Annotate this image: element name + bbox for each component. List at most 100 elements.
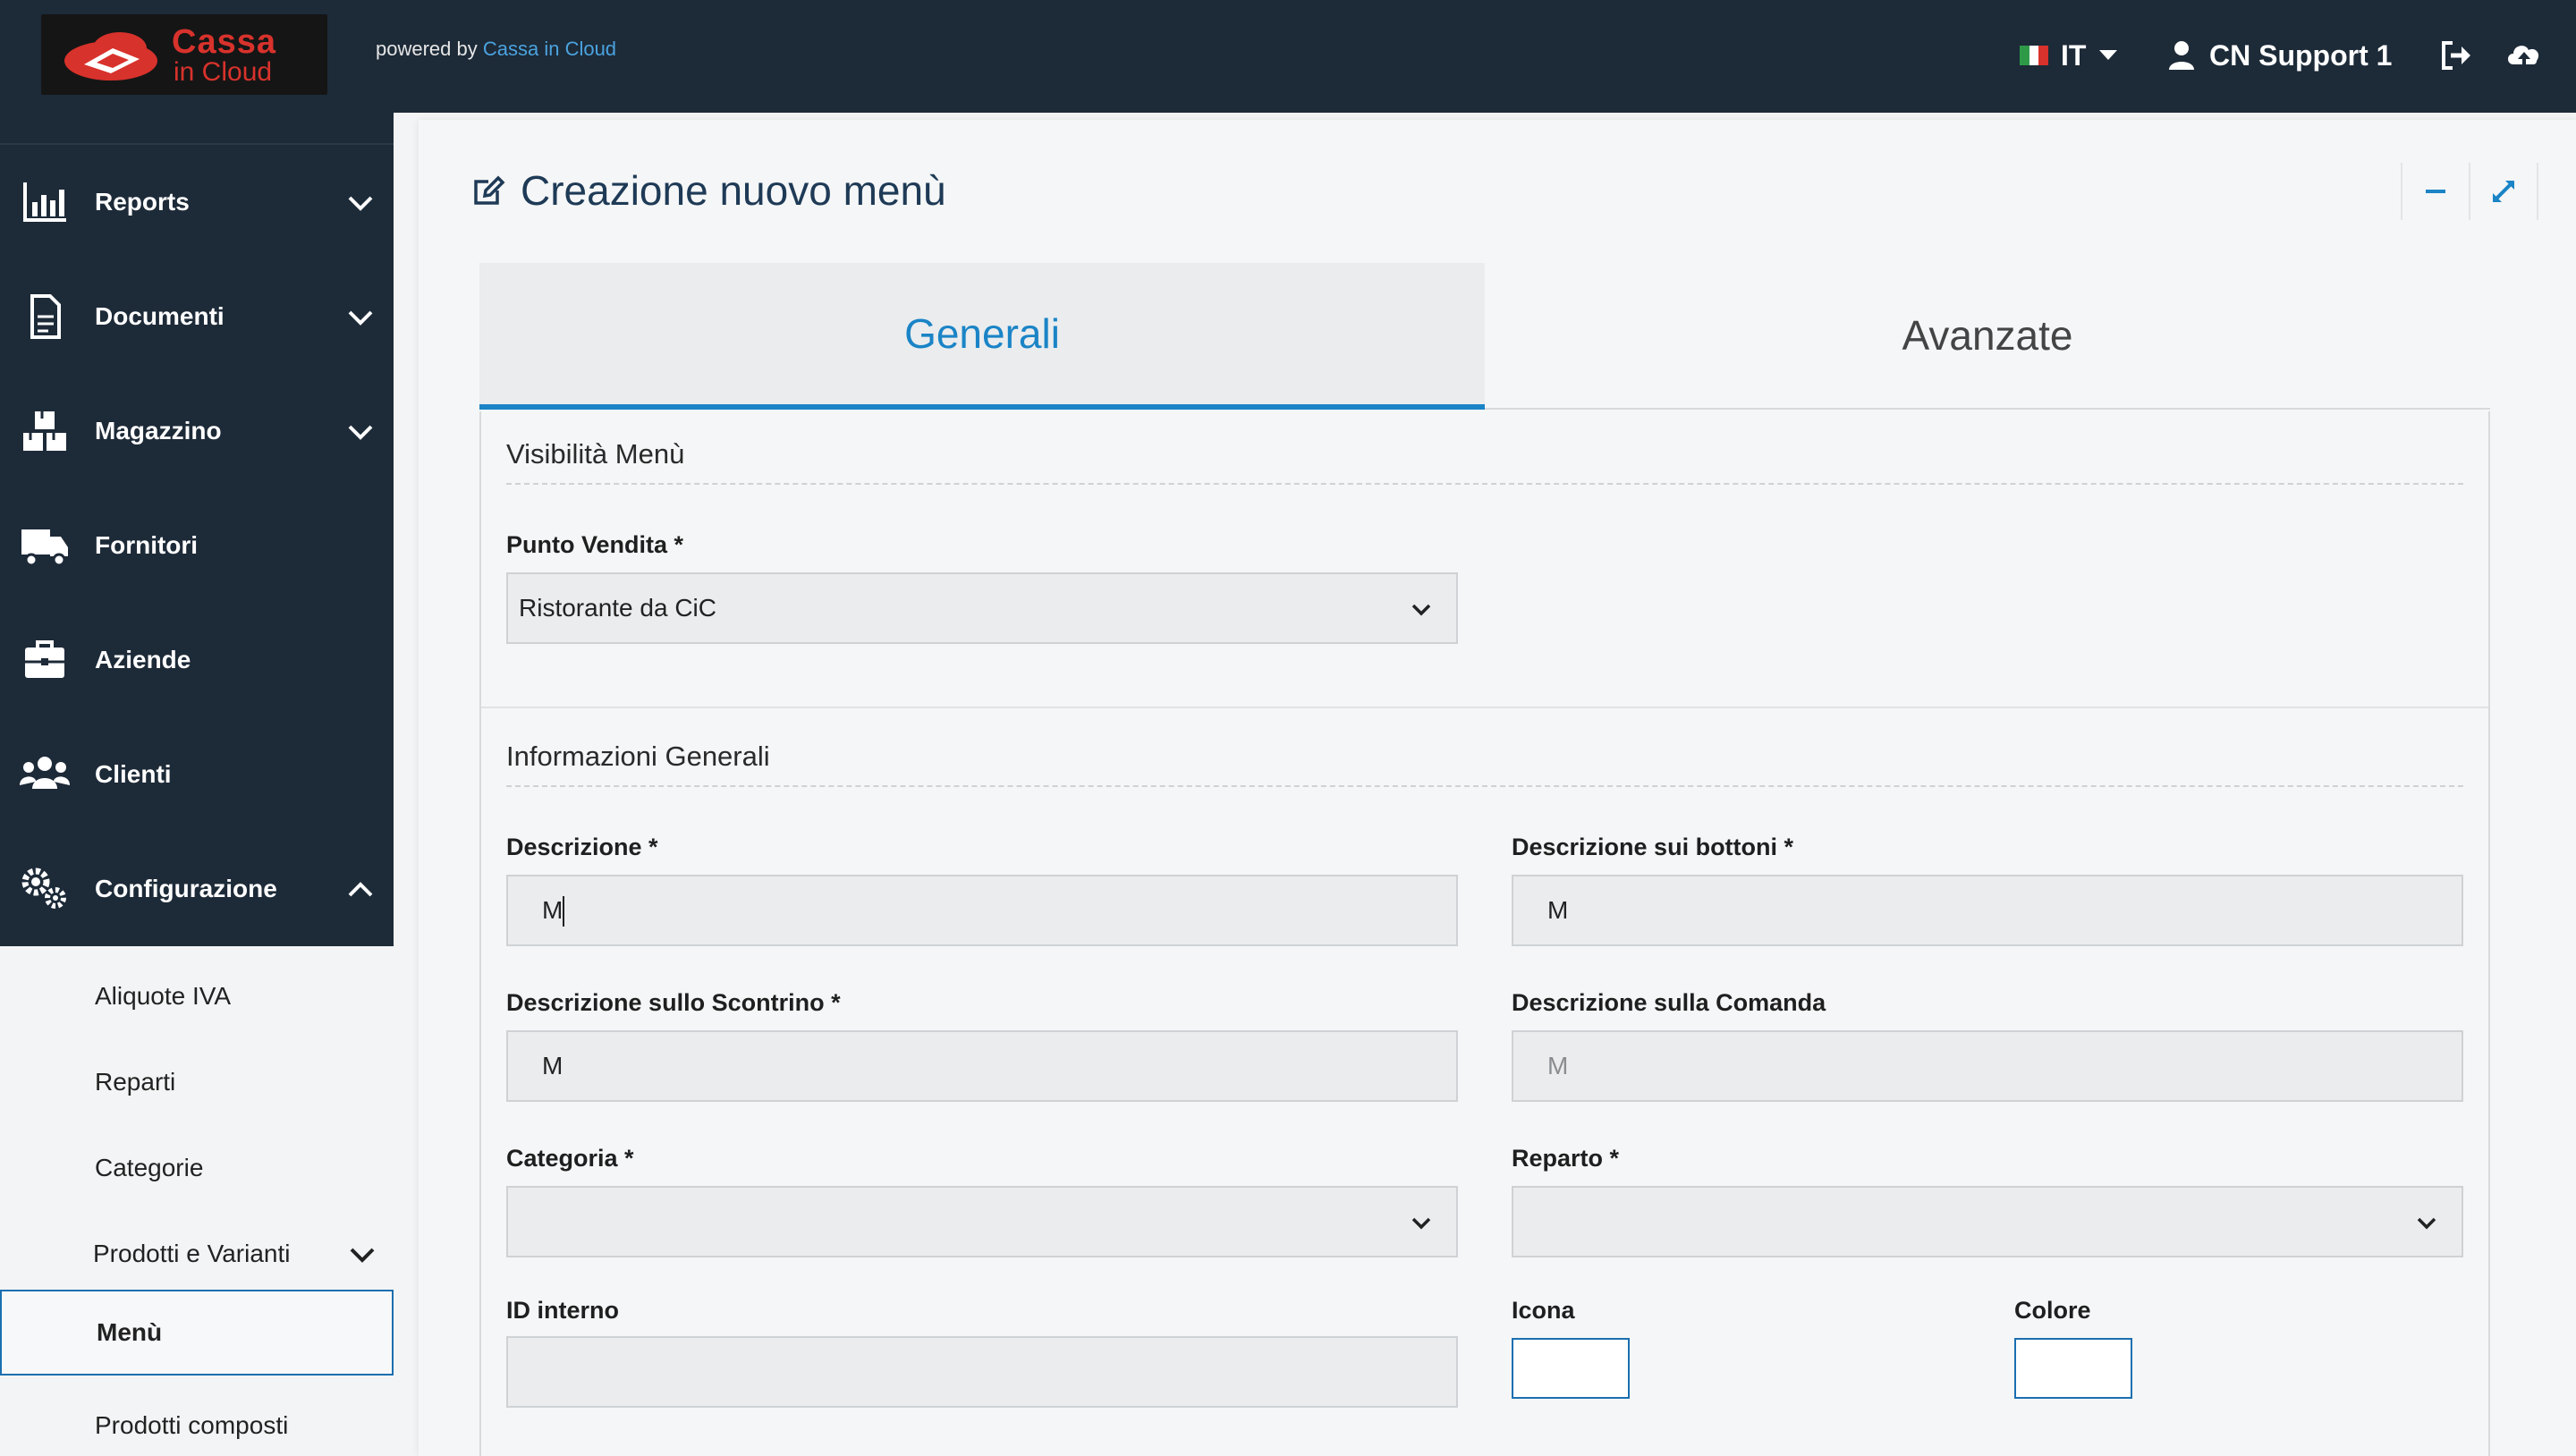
descrizione-input[interactable]: M: [506, 875, 1458, 946]
tab-label: Avanzate: [1902, 312, 2073, 359]
id-interno-label: ID interno: [506, 1297, 619, 1324]
configurazione-submenu: Aliquote IVA Reparti Categorie Prodotti …: [0, 946, 394, 1456]
powered-by: powered by Cassa in Cloud: [376, 38, 616, 61]
cloud-upload-icon[interactable]: [2504, 36, 2544, 75]
submenu-item-prodotti-e-varianti[interactable]: Prodotti e Varianti: [0, 1211, 394, 1297]
powered-by-prefix: powered by: [376, 38, 483, 60]
sidebar-item-label: Magazzino: [95, 417, 222, 444]
reparto-select[interactable]: [1512, 1186, 2463, 1257]
descrizione-comanda-input[interactable]: M: [1512, 1030, 2463, 1102]
colore-label: Colore: [2014, 1297, 2091, 1324]
chevron-down-icon: [348, 310, 373, 326]
chevron-up-icon: [348, 882, 373, 897]
sidebar-item-fornitori[interactable]: Fornitori: [0, 488, 394, 603]
descrizione-bottoni-label: Descrizione sui bottoni *: [1512, 834, 1794, 860]
sidebar-item-label: Reports: [95, 188, 190, 216]
language-label: IT: [2061, 38, 2087, 72]
reparto-label: Reparto *: [1512, 1145, 1620, 1172]
descrizione-comanda-label: Descrizione sulla Comanda: [1512, 989, 1826, 1016]
descrizione-label: Descrizione *: [506, 834, 658, 860]
chevron-down-icon: [348, 425, 373, 440]
briefcase-icon: [25, 640, 64, 678]
sidebar-item-label: Configurazione: [95, 875, 277, 902]
expand-icon: [2493, 181, 2514, 202]
truck-icon: [21, 529, 68, 567]
sidebar-item-clienti[interactable]: Clienti: [0, 717, 394, 832]
submenu-item-label: Categorie: [95, 1154, 204, 1181]
submenu-item-categorie[interactable]: Categorie: [0, 1125, 394, 1211]
submenu-item-label: Menù: [97, 1318, 163, 1346]
descrizione-scontrino-value: M: [542, 1052, 564, 1079]
section-title-general: Informazioni Generali: [506, 741, 770, 772]
descrizione-scontrino-label: Descrizione sullo Scontrino *: [506, 989, 841, 1016]
icona-picker[interactable]: [1512, 1338, 1630, 1399]
card-tools: [2401, 163, 2538, 220]
tab-generali[interactable]: Generali: [479, 263, 1485, 410]
punto-vendita-label: Punto Vendita *: [506, 531, 684, 558]
chevron-down-icon: [348, 196, 373, 211]
minus-icon: [2426, 190, 2445, 193]
edit-icon: [474, 175, 505, 205]
gears-icon: [21, 868, 66, 909]
categoria-select[interactable]: [506, 1186, 1458, 1257]
document-icon: [30, 294, 61, 339]
submenu-item-reparti[interactable]: Reparti: [0, 1039, 394, 1125]
submenu-item-menu[interactable]: Menù: [0, 1290, 394, 1376]
categoria-label: Categoria *: [506, 1145, 634, 1172]
user-menu[interactable]: CN Support 1: [2168, 34, 2392, 77]
sidebar-item-aziende[interactable]: Aziende: [0, 603, 394, 717]
logout-icon[interactable]: [2436, 36, 2476, 75]
sidebar-item-configurazione[interactable]: Configurazione: [0, 832, 394, 946]
sidebar-item-label: Fornitori: [95, 531, 199, 559]
submenu-item-label: Prodotti e Varianti: [93, 1240, 291, 1267]
cassa-in-cloud-logo[interactable]: Cassa in Cloud: [41, 14, 327, 95]
colore-picker[interactable]: [2014, 1338, 2132, 1399]
tab-label: Generali: [904, 310, 1060, 357]
chevron-down-icon: [1411, 604, 1431, 616]
logo-text-in-cloud: in Cloud: [174, 57, 273, 87]
section-separator: [481, 707, 2488, 708]
descrizione-scontrino-input[interactable]: M: [506, 1030, 1458, 1102]
boxes-icon: [23, 411, 66, 451]
submenu-item-prodotti-composti[interactable]: Prodotti composti: [0, 1383, 394, 1456]
page-title-text: Creazione nuovo menù: [521, 167, 946, 214]
bar-chart-icon: [23, 182, 66, 222]
page-title: Creazione nuovo menù: [470, 166, 946, 215]
section-divider: [506, 483, 2463, 485]
chevron-down-icon: [2417, 1217, 2436, 1230]
top-bar: Cassa in Cloud powered by Cassa in Cloud…: [0, 0, 2576, 113]
sidebar-item-documenti[interactable]: Documenti: [0, 259, 394, 374]
section-title-visibility: Visibilità Menù: [506, 438, 685, 470]
powered-by-link[interactable]: Cassa in Cloud: [483, 38, 616, 60]
caret-down-icon: [2099, 50, 2118, 60]
submenu-item-label: Reparti: [95, 1068, 176, 1096]
descrizione-bottoni-input[interactable]: M: [1512, 875, 2463, 946]
punto-vendita-value: Ristorante da CiC: [519, 594, 716, 622]
text-cursor: [563, 896, 564, 927]
sidebar-item-label: Documenti: [95, 302, 225, 330]
tab-avanzate[interactable]: Avanzate: [1485, 263, 2490, 410]
sidebar-item-label: Clienti: [95, 760, 172, 788]
id-interno-input[interactable]: [506, 1336, 1458, 1408]
submenu-item-label: Prodotti composti: [95, 1411, 289, 1439]
descrizione-value: M: [542, 896, 564, 924]
sidebar-item-reports[interactable]: Reports: [0, 145, 394, 259]
descrizione-comanda-placeholder: M: [1547, 1052, 1569, 1079]
logo-text-cassa: Cassa: [172, 23, 276, 61]
collapse-button[interactable]: [2402, 163, 2470, 220]
submenu-item-aliquote-iva[interactable]: Aliquote IVA: [0, 953, 394, 1039]
users-icon: [20, 757, 70, 789]
punto-vendita-select[interactable]: Ristorante da CiC: [506, 572, 1458, 644]
user-name: CN Support 1: [2209, 38, 2393, 72]
fullscreen-button[interactable]: [2470, 163, 2538, 220]
chevron-down-icon: [350, 1248, 375, 1263]
section-divider: [506, 785, 2463, 787]
user-icon: [2169, 41, 2194, 70]
descrizione-bottoni-value: M: [1547, 896, 1569, 924]
submenu-item-label: Aliquote IVA: [95, 982, 232, 1010]
icona-label: Icona: [1512, 1297, 1575, 1324]
language-selector[interactable]: IT: [2020, 36, 2118, 75]
chevron-down-icon: [1411, 1217, 1431, 1230]
sidebar-item-label: Aziende: [95, 646, 191, 673]
sidebar-item-magazzino[interactable]: Magazzino: [0, 374, 394, 488]
